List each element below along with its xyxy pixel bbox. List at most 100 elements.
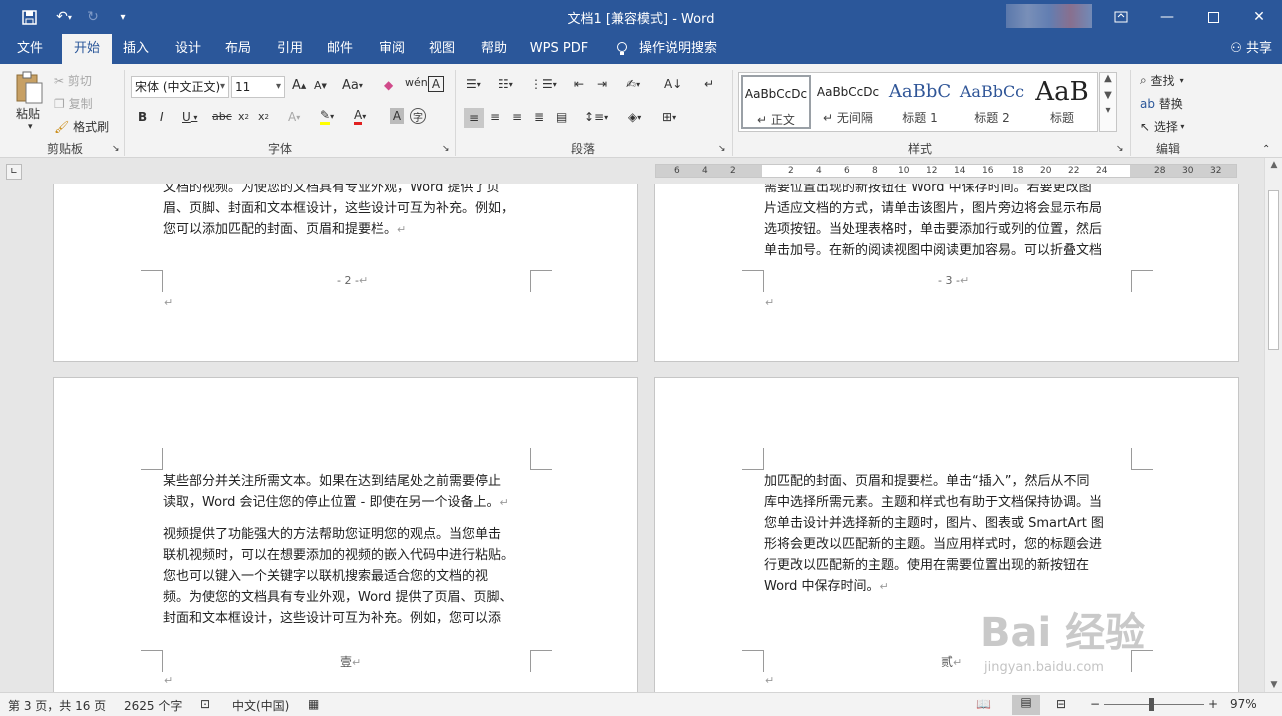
scroll-up-icon[interactable]: ▲ (1265, 160, 1282, 170)
bold-icon[interactable]: B (138, 110, 147, 124)
page-4[interactable]: 某些部分并关注所需文本。如果在达到结尾处之前需要停止 读取，Word 会记住您的… (53, 377, 638, 692)
vertical-scrollbar[interactable]: ▲ ▼ (1264, 158, 1282, 692)
tab-mailings[interactable]: 邮件 (318, 34, 362, 64)
macro-icon[interactable]: ▦ (308, 697, 319, 711)
tell-me-search[interactable]: 操作说明搜索 (636, 34, 720, 64)
ribbon-display-icon[interactable] (1098, 0, 1144, 34)
share-button[interactable]: ⚇ 共享 (1230, 34, 1272, 64)
collapse-ribbon-icon[interactable]: ⌃ (1262, 144, 1270, 155)
show-marks-icon[interactable]: ↵ (704, 77, 714, 91)
chinese-layout-icon[interactable]: ✍ ▾ (626, 77, 640, 91)
highlight-icon[interactable]: ✎ ▾ (320, 108, 334, 125)
text-effects-icon[interactable]: A ▾ (288, 110, 300, 124)
tab-layout[interactable]: 布局 (216, 34, 260, 64)
tab-wps-pdf[interactable]: WPS PDF (524, 34, 594, 64)
change-case-icon[interactable]: Aa ▾ (342, 78, 363, 93)
shading-icon[interactable]: ◈ ▾ (628, 110, 641, 124)
language-indicator[interactable]: 中文(中国) (232, 697, 289, 714)
style-no-spacing[interactable]: AaBbCcDc ↵ 无间隔 (813, 75, 883, 129)
paste-icon[interactable] (14, 70, 48, 106)
paste-dropdown-icon[interactable]: ▾ (28, 122, 33, 132)
clipboard-launcher-icon[interactable]: ↘ (112, 144, 120, 154)
char-shading-icon[interactable]: A (390, 108, 404, 124)
borders-icon[interactable]: ⊞ ▾ (662, 110, 676, 124)
close-icon[interactable]: ✕ (1236, 0, 1282, 34)
styles-launcher-icon[interactable]: ↘ (1116, 144, 1124, 154)
page-5[interactable]: 加匹配的封面、页眉和提要栏。单击“插入”，然后从不同 库中选择所需元素。主题和样… (654, 377, 1239, 692)
chevron-up-icon[interactable]: ▲ (1100, 73, 1116, 84)
replace-button[interactable]: ab 替换 (1140, 95, 1183, 112)
align-center-icon[interactable]: ≡ (490, 110, 500, 124)
page-3[interactable]: 需要位置出现的新按钮在 Word 中保存时间。若要更改图 片适应文档的方式，请单… (654, 184, 1239, 362)
style-normal[interactable]: AaBbCcDc ↵ 正文 (741, 75, 811, 129)
font-launcher-icon[interactable]: ↘ (442, 144, 450, 154)
lightbulb-icon (610, 34, 634, 64)
distributed-icon[interactable]: ▤ (556, 110, 567, 124)
tab-view[interactable]: 视图 (420, 34, 464, 64)
tab-design[interactable]: 设计 (166, 34, 210, 64)
copy-button[interactable]: ❐ 复制 (54, 95, 93, 112)
tab-review[interactable]: 审阅 (370, 34, 414, 64)
strikethrough-icon[interactable]: abc (212, 110, 232, 123)
sort-icon[interactable]: A↓ (664, 77, 682, 91)
line-spacing-icon[interactable]: ↕≡ ▾ (584, 110, 608, 124)
shrink-font-icon[interactable]: A ▼ (314, 79, 327, 92)
phonetic-guide-icon[interactable]: wén (405, 76, 428, 89)
tab-file[interactable]: 文件 (8, 34, 52, 64)
scroll-thumb[interactable] (1268, 190, 1279, 350)
tab-insert[interactable]: 插入 (114, 34, 158, 64)
style-title[interactable]: AaB 标题 (1027, 75, 1097, 129)
horizontal-ruler[interactable]: 6 4 2 2 4 6 8 10 12 14 16 18 20 22 24 28… (655, 164, 1237, 178)
paragraph-launcher-icon[interactable]: ↘ (718, 144, 726, 154)
underline-icon[interactable]: U ▾ (182, 110, 197, 124)
styles-gallery-scroll[interactable]: ▲ ▼ ▾ (1099, 72, 1117, 132)
find-button[interactable]: ⌕ 查找 ▾ (1140, 72, 1184, 89)
superscript-icon[interactable]: x2 (258, 110, 269, 123)
maximize-icon[interactable] (1190, 0, 1236, 34)
zoom-slider[interactable] (1104, 704, 1204, 705)
tab-help[interactable]: 帮助 (472, 34, 516, 64)
account-area[interactable] (1006, 4, 1092, 28)
tab-selector[interactable]: ∟ (6, 164, 22, 180)
char-border-icon[interactable]: A (428, 76, 444, 92)
decrease-indent-icon[interactable]: ⇤ (574, 77, 584, 91)
paste-button[interactable]: 粘贴 (16, 105, 40, 122)
minimize-icon[interactable]: — (1144, 0, 1190, 34)
subscript-icon[interactable]: x2 (238, 110, 249, 123)
tab-home[interactable]: 开始 (62, 34, 112, 64)
font-size-combo[interactable]: 11 ▾ (231, 76, 285, 98)
cut-button[interactable]: ✂ 剪切 (54, 72, 92, 89)
chevron-down-icon[interactable]: ▼ (1100, 90, 1116, 101)
style-heading-1[interactable]: AaBbC 标题 1 (885, 75, 955, 129)
word-count[interactable]: 2625 个字 (124, 697, 182, 714)
zoom-out-icon[interactable]: − (1090, 697, 1100, 711)
zoom-level[interactable]: 97% (1230, 697, 1257, 711)
style-heading-2[interactable]: AaBbCc 标题 2 (957, 75, 1027, 129)
font-color-icon[interactable]: A ▾ (354, 108, 366, 125)
web-layout-icon[interactable]: ⊟ (1056, 697, 1066, 711)
multilevel-list-icon[interactable]: ⋮☰ ▾ (530, 77, 557, 91)
proofing-icon[interactable]: ⊡ (200, 697, 210, 711)
read-mode-icon[interactable]: 📖 (976, 697, 991, 711)
enclose-chars-icon[interactable]: 字 (410, 108, 426, 124)
zoom-slider-thumb[interactable] (1149, 698, 1154, 711)
align-left-icon[interactable]: ≡ (464, 108, 484, 128)
gallery-more-icon[interactable]: ▾ (1100, 105, 1116, 116)
select-button[interactable]: ↖ 选择 ▾ (1140, 118, 1184, 135)
zoom-in-icon[interactable]: + (1208, 697, 1218, 711)
align-right-icon[interactable]: ≡ (512, 110, 522, 124)
justify-icon[interactable]: ≣ (534, 110, 544, 124)
clear-format-icon[interactable]: ◆ (384, 78, 393, 92)
page-2[interactable]: 文档的视频。为使您的文档具有专业外观，Word 提供了页 眉、页脚、封面和文本框… (53, 184, 638, 362)
page-count[interactable]: 第 3 页，共 16 页 (8, 697, 106, 714)
tab-references[interactable]: 引用 (268, 34, 312, 64)
increase-indent-icon[interactable]: ⇥ (597, 77, 607, 91)
bullets-icon[interactable]: ☰ ▾ (466, 77, 481, 91)
grow-font-icon[interactable]: A ▲ (292, 78, 306, 93)
font-name-combo[interactable]: 宋体 (中文正文) ▾ (131, 76, 229, 98)
scroll-down-icon[interactable]: ▼ (1265, 680, 1282, 690)
print-layout-icon[interactable]: ▤ (1012, 695, 1040, 715)
italic-icon[interactable]: I (160, 110, 164, 124)
format-painter-button[interactable]: 🖌 格式刷 (54, 118, 109, 135)
numbering-icon[interactable]: ☷ ▾ (498, 77, 513, 91)
